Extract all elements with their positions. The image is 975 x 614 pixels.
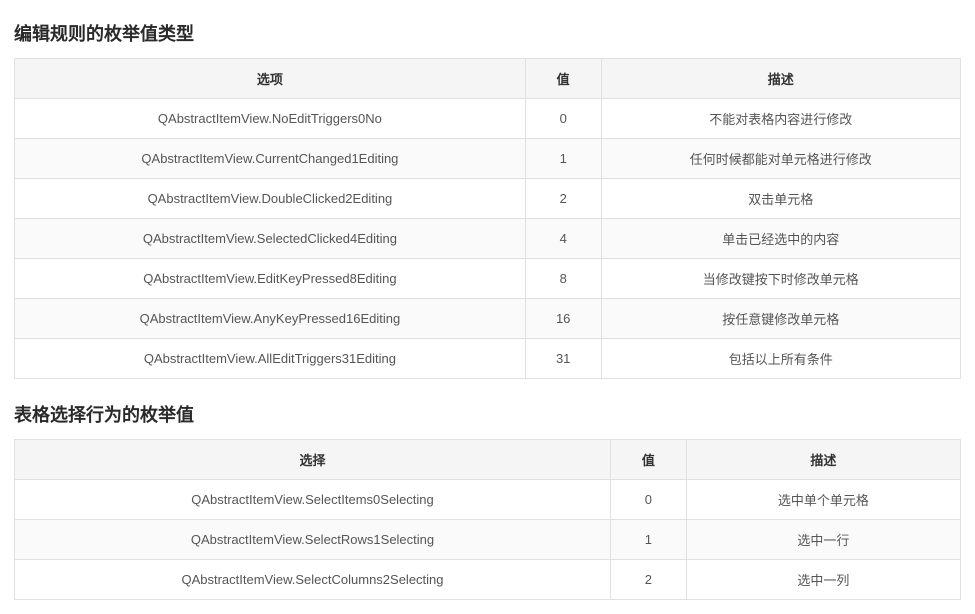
table-row: QAbstractItemView.SelectRows1Selecting 1…	[15, 520, 961, 560]
table-header-row: 选项 值 描述	[15, 59, 961, 99]
cell-option: QAbstractItemView.AllEditTriggers31Editi…	[15, 339, 526, 379]
cell-value: 0	[610, 480, 686, 520]
heading-selection-behavior: 表格选择行为的枚举值	[14, 401, 961, 427]
cell-value: 31	[525, 339, 601, 379]
table-row: QAbstractItemView.DoubleClicked2Editing …	[15, 179, 961, 219]
table-row: QAbstractItemView.AnyKeyPressed16Editing…	[15, 299, 961, 339]
cell-desc: 双击单元格	[601, 179, 960, 219]
cell-value: 1	[610, 520, 686, 560]
col-desc-header: 描述	[686, 440, 960, 480]
section-selection-behavior: 表格选择行为的枚举值 选择 值 描述 QAbstractItemView.Sel…	[14, 401, 961, 600]
heading-edit-triggers: 编辑规则的枚举值类型	[14, 20, 961, 46]
cell-desc: 任何时候都能对单元格进行修改	[601, 139, 960, 179]
col-desc-header: 描述	[601, 59, 960, 99]
cell-option: QAbstractItemView.SelectItems0Selecting	[15, 480, 611, 520]
cell-option: QAbstractItemView.SelectColumns2Selectin…	[15, 560, 611, 600]
cell-desc: 按任意键修改单元格	[601, 299, 960, 339]
cell-desc: 选中一行	[686, 520, 960, 560]
cell-desc: 不能对表格内容进行修改	[601, 99, 960, 139]
table-row: QAbstractItemView.SelectColumns2Selectin…	[15, 560, 961, 600]
section-edit-triggers: 编辑规则的枚举值类型 选项 值 描述 QAbstractItemView.NoE…	[14, 20, 961, 379]
table-row: QAbstractItemView.AllEditTriggers31Editi…	[15, 339, 961, 379]
cell-value: 8	[525, 259, 601, 299]
cell-desc: 当修改键按下时修改单元格	[601, 259, 960, 299]
table-row: QAbstractItemView.SelectedClicked4Editin…	[15, 219, 961, 259]
table-row: QAbstractItemView.SelectItems0Selecting …	[15, 480, 961, 520]
cell-desc: 包括以上所有条件	[601, 339, 960, 379]
col-value-header: 值	[610, 440, 686, 480]
col-value-header: 值	[525, 59, 601, 99]
cell-desc: 单击已经选中的内容	[601, 219, 960, 259]
cell-value: 2	[525, 179, 601, 219]
cell-option: QAbstractItemView.EditKeyPressed8Editing	[15, 259, 526, 299]
cell-value: 2	[610, 560, 686, 600]
cell-value: 4	[525, 219, 601, 259]
col-option-header: 选项	[15, 59, 526, 99]
table-selection-behavior: 选择 值 描述 QAbstractItemView.SelectItems0Se…	[14, 439, 961, 600]
cell-value: 0	[525, 99, 601, 139]
table-row: QAbstractItemView.NoEditTriggers0No 0 不能…	[15, 99, 961, 139]
cell-value: 16	[525, 299, 601, 339]
table-row: QAbstractItemView.EditKeyPressed8Editing…	[15, 259, 961, 299]
cell-value: 1	[525, 139, 601, 179]
col-select-header: 选择	[15, 440, 611, 480]
cell-option: QAbstractItemView.NoEditTriggers0No	[15, 99, 526, 139]
cell-option: QAbstractItemView.CurrentChanged1Editing	[15, 139, 526, 179]
cell-option: QAbstractItemView.AnyKeyPressed16Editing	[15, 299, 526, 339]
cell-option: QAbstractItemView.SelectRows1Selecting	[15, 520, 611, 560]
cell-option: QAbstractItemView.SelectedClicked4Editin…	[15, 219, 526, 259]
table-header-row: 选择 值 描述	[15, 440, 961, 480]
table-row: QAbstractItemView.CurrentChanged1Editing…	[15, 139, 961, 179]
cell-desc: 选中一列	[686, 560, 960, 600]
cell-option: QAbstractItemView.DoubleClicked2Editing	[15, 179, 526, 219]
table-edit-triggers: 选项 值 描述 QAbstractItemView.NoEditTriggers…	[14, 58, 961, 379]
cell-desc: 选中单个单元格	[686, 480, 960, 520]
